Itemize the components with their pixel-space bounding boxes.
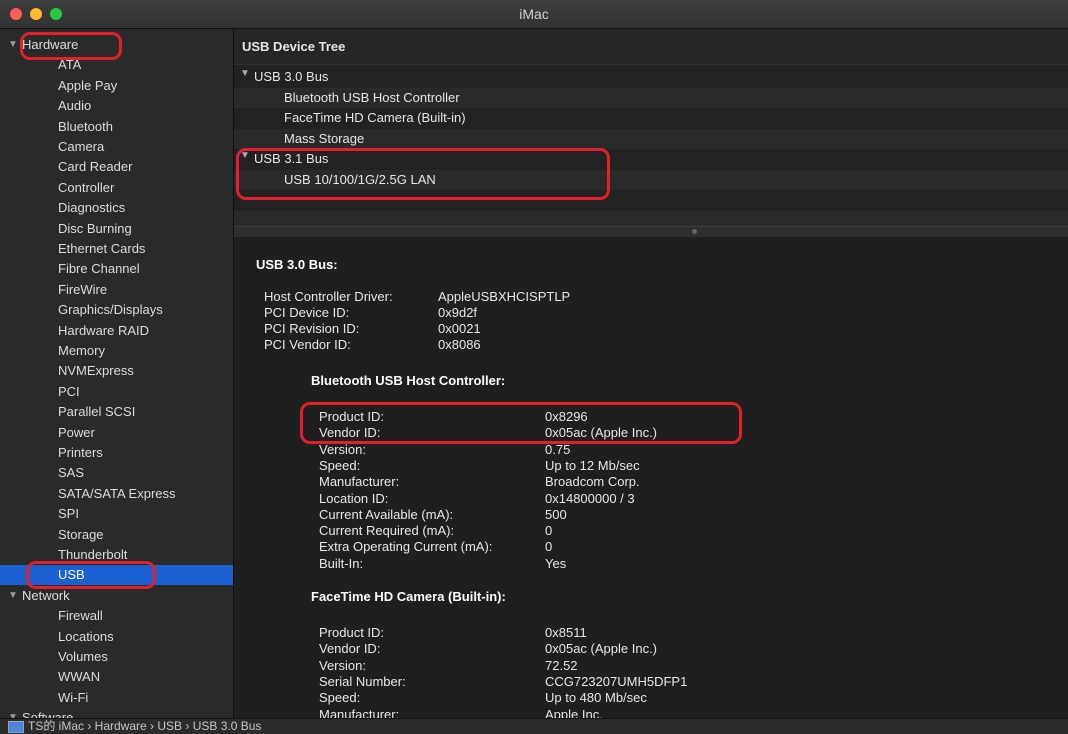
property-key: Speed:	[319, 457, 361, 473]
sidebar-item-card-reader[interactable]: Card Reader	[0, 157, 233, 177]
tree-empty-row	[234, 190, 1068, 210]
detail-view: USB 3.0 Bus: Host Controller Driver: Apple…	[234, 237, 1068, 722]
sidebar-category-hardware[interactable]: Hardware	[0, 35, 233, 55]
property-value: 0x8511	[545, 625, 587, 640]
sidebar-item-memory[interactable]: Memory	[0, 341, 233, 361]
property-value: Up to 12 Mb/sec	[545, 457, 640, 473]
property-key: PCI Device ID:	[264, 305, 350, 320]
disclosure-triangle-icon[interactable]: ▼	[240, 68, 250, 79]
sidebar-item-apple-pay[interactable]: Apple Pay	[0, 76, 233, 96]
sidebar-item-pci[interactable]: PCI	[0, 382, 233, 402]
sidebar-category-software[interactable]: Software	[0, 708, 233, 718]
property-key: Current Required (mA):	[319, 523, 455, 539]
sidebar-item-fibre-channel[interactable]: Fibre Channel	[0, 259, 233, 279]
property-key: Extra Operating Current (mA):	[319, 539, 493, 555]
detail-device-title: FaceTime HD Camera (Built-in):	[311, 589, 506, 604]
property-value: 0x14800000 / 3	[545, 490, 635, 506]
disclosure-triangle-icon[interactable]: ▼	[240, 150, 250, 161]
property-key: Version:	[319, 441, 366, 457]
property-key: Manufacturer:	[319, 474, 400, 490]
main-pane: USB Device Tree USB 3.0 Bus Bluetooth USB…	[234, 29, 1068, 722]
sidebar-item-usb[interactable]: USB	[0, 565, 233, 586]
property-value: Up to 480 Mb/sec	[545, 690, 647, 706]
sidebar-item-diagnostics[interactable]: Diagnostics	[0, 198, 233, 218]
sidebar-item-sas[interactable]: SAS	[0, 463, 233, 483]
sidebar-item-parallel-scsi[interactable]: Parallel SCSI	[0, 402, 233, 422]
sidebar-item-printers[interactable]: Printers	[0, 443, 233, 463]
property-value: AppleUSBXHCISPTLP	[438, 289, 571, 304]
sidebar-item-hardware-raid[interactable]: Hardware RAID	[0, 321, 233, 341]
sidebar-item-spi[interactable]: SPI	[0, 504, 233, 524]
sidebar-item-camera[interactable]: Camera	[0, 137, 233, 157]
property-key: Host Controller Driver:	[264, 289, 393, 304]
sidebar-item-ethernet-cards[interactable]: Ethernet Cards	[0, 239, 233, 259]
tree-bus-usb-3-0[interactable]: USB 3.0 Bus	[234, 67, 1068, 87]
detail-device-title: Bluetooth USB Host Controller:	[311, 373, 506, 388]
sidebar-item-audio[interactable]: Audio	[0, 96, 233, 116]
path-text: TS的 iMac › Hardware › USB › USB 3.0 Bus	[28, 719, 262, 733]
property-value: Broadcom Corp.	[545, 474, 640, 490]
path-bar: TS的 iMac › Hardware › USB › USB 3.0 Bus	[0, 718, 1068, 734]
sidebar-item-ata[interactable]: ATA	[0, 55, 233, 75]
sidebar-item-firewall[interactable]: Firewall	[0, 606, 233, 626]
sidebar-item-wi-fi[interactable]: Wi-Fi	[0, 688, 233, 708]
property-value: 500	[545, 506, 567, 522]
sidebar-item-storage[interactable]: Storage	[0, 525, 233, 545]
tree-device[interactable]: USB 10/100/1G/2.5G LAN	[234, 169, 1068, 190]
sidebar-item-bluetooth[interactable]: Bluetooth	[0, 117, 233, 137]
disclosure-triangle-icon[interactable]: ▼	[8, 590, 18, 601]
sidebar-item-locations[interactable]: Locations	[0, 627, 233, 647]
property-value: 0x9d2f	[438, 305, 478, 320]
sidebar-item-volumes[interactable]: Volumes	[0, 647, 233, 667]
detail-bus-title: USB 3.0 Bus:	[256, 257, 338, 272]
sidebar-item-firewire[interactable]: FireWire	[0, 280, 233, 300]
tree-device[interactable]: Mass Storage	[234, 128, 1068, 149]
property-key: Built-In:	[319, 555, 364, 571]
property-key: Version:	[319, 657, 366, 673]
sidebar: Hardware ▼ ATA Apple Pay Audio Bluetooth Camer…	[0, 29, 234, 718]
property-key: Vendor ID:	[319, 425, 381, 441]
title-bar: iMac	[0, 0, 1068, 29]
property-value: Yes	[545, 555, 567, 571]
disclosure-triangle-icon[interactable]: ▼	[8, 39, 18, 50]
property-key: Vendor ID:	[319, 641, 381, 657]
sidebar-item-power[interactable]: Power	[0, 423, 233, 443]
property-key: Serial Number:	[319, 673, 406, 689]
property-key: PCI Vendor ID:	[264, 337, 351, 352]
sidebar-category-network[interactable]: Network	[0, 586, 233, 606]
property-value: 72.52	[545, 657, 578, 673]
tree-device[interactable]: Bluetooth USB Host Controller	[234, 87, 1068, 108]
property-value: CCG723207UMH5DFP1	[545, 673, 688, 689]
property-value: 0.75	[545, 441, 571, 457]
property-key: Product ID:	[319, 409, 385, 424]
property-value: 0x8296	[545, 409, 588, 424]
sidebar-item-wwan[interactable]: WWAN	[0, 667, 233, 687]
splitter-handle-icon	[692, 229, 697, 234]
property-key: PCI Revision ID:	[264, 321, 360, 336]
tree-bus-usb-3-1[interactable]: USB 3.1 Bus	[234, 149, 1068, 169]
property-key: Speed:	[319, 690, 361, 706]
property-key: Location ID:	[319, 490, 389, 506]
tree-device[interactable]: FaceTime HD Camera (Built-in)	[234, 108, 1068, 128]
property-key: Current Available (mA):	[319, 506, 454, 522]
property-value: 0x0021	[438, 321, 481, 336]
property-value: 0x8086	[438, 337, 481, 352]
sidebar-item-nvmexpress[interactable]: NVMExpress	[0, 361, 233, 381]
window-title: iMac	[519, 6, 549, 22]
property-value: 0	[545, 539, 553, 555]
property-value: 0x05ac (Apple Inc.)	[545, 641, 658, 657]
sidebar-item-disc-burning[interactable]: Disc Burning	[0, 219, 233, 239]
sidebar-item-sata-sata-express[interactable]: SATA/SATA Express	[0, 484, 233, 504]
property-value: 0	[545, 523, 553, 539]
tree-header: USB Device Tree	[234, 29, 1068, 65]
sidebar-item-controller[interactable]: Controller	[0, 178, 233, 198]
sidebar-item-thunderbolt[interactable]: Thunderbolt	[0, 545, 233, 565]
property-value: 0x05ac (Apple Inc.)	[545, 425, 658, 441]
property-key: Product ID:	[319, 625, 385, 640]
sidebar-item-graphics-displays[interactable]: Graphics/Displays	[0, 300, 233, 320]
computer-icon	[8, 721, 24, 733]
